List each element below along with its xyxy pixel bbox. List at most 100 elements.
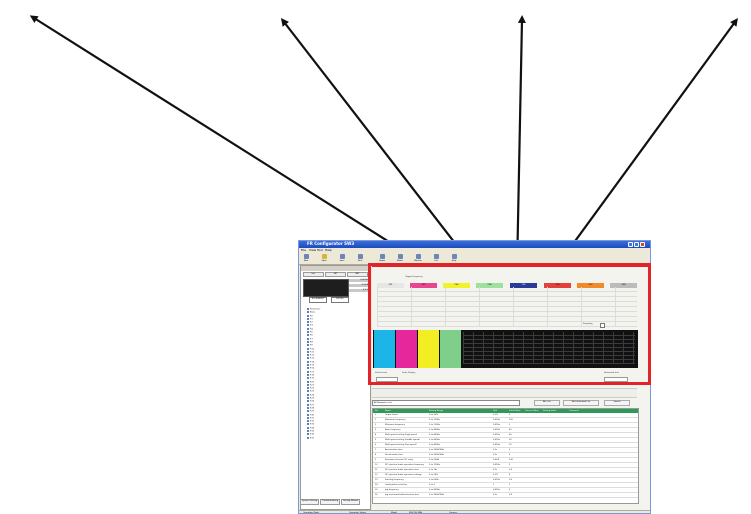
param-filter-dropdown[interactable]: All Parameter List (372, 400, 520, 406)
print-button[interactable]: Print (355, 254, 365, 263)
table-cell: 0.01Hz (493, 489, 501, 491)
parameter-tree: Parameter Basic P.0 P.1 P.2 P.3 P.4 P.5 P.6 P.7 P.… (307, 308, 371, 440)
maximize-button[interactable] (634, 242, 639, 247)
table-cell: 0 to 30% (429, 474, 438, 476)
table-cell: Deceleration time (385, 454, 403, 456)
table-cell: 0.1s (493, 469, 498, 471)
table-cell: 0 (509, 484, 511, 486)
table-cell: Base frequency (385, 429, 401, 431)
menu-help[interactable]: Help (325, 249, 332, 252)
table-cell: Jog frequency (385, 489, 399, 491)
table-cell: 0 to 500A (429, 459, 439, 461)
ext-pu-button[interactable]: EXT/PU (331, 297, 349, 303)
table-cell: 5 (509, 454, 511, 456)
stop-reset-button[interactable]: STOP/RESET (309, 297, 327, 303)
tab-set[interactable]: SET (325, 272, 346, 277)
help-button[interactable]: Help (449, 254, 459, 263)
table-cell: 9 (375, 459, 377, 461)
new-button[interactable]: New (301, 254, 311, 263)
tab-setting-wizard[interactable]: Setting Wizard (341, 499, 360, 505)
table-cell: 0.5 (509, 479, 513, 481)
status-bar: Operation Mode Operation Status Model FR… (299, 510, 650, 513)
table-cell: 60 (509, 429, 512, 431)
tab-system-setting[interactable]: System Setting (300, 499, 320, 505)
left-pane: Ext. SET NET 0.00 Hz 0.00 A 0.0 V STOP/R… (300, 265, 371, 510)
graph-button[interactable]: Graph (377, 254, 387, 263)
tab-ext[interactable]: Ext. (303, 272, 324, 277)
batch-button[interactable]: Batch (395, 254, 405, 263)
mode-tabs: Ext. SET NET (303, 272, 369, 277)
minimize-button[interactable] (628, 242, 633, 247)
table-cell: 0.01Hz (493, 479, 501, 481)
table-cell: 0.01Hz (493, 429, 501, 431)
table-cell: 6 (509, 414, 511, 416)
table-cell: 0.01Hz (493, 464, 501, 466)
voltage-readout: 0.0 V (349, 289, 369, 292)
list-button[interactable]: List (431, 254, 441, 263)
table-cell: Load pattern selection (385, 484, 408, 486)
left-pane-tabs: System Setting Troubleshooting Setting W… (300, 499, 371, 505)
left-pane-header (301, 266, 370, 271)
table-cell: 0 (375, 414, 377, 416)
table-cell: 5 (509, 449, 511, 451)
menu-file[interactable]: File (301, 249, 306, 252)
close-button[interactable] (640, 242, 645, 247)
table-cell: 0.1% (493, 474, 499, 476)
all-list-button[interactable]: ALL List (534, 400, 560, 406)
table-cell: 0 to 400Hz (429, 444, 440, 446)
table-cell: Electronic thermal O/L relay (385, 459, 413, 461)
table-cell: Starting frequency (385, 479, 404, 481)
table-cell: Maximum frequency (385, 419, 406, 421)
param-action-strip (372, 388, 637, 398)
frequency-readout: 0.00 Hz (349, 279, 369, 282)
table-cell: 0.01Hz (493, 439, 501, 441)
menu-tool[interactable]: Tool (317, 249, 323, 252)
table-cell: 8 (375, 454, 377, 456)
parameter-table: No. Name Setting Range Unit Initial Value Cur… (372, 408, 639, 504)
table-cell: 0 to 3600/360s (429, 454, 445, 456)
table-cell: 120 (509, 419, 513, 421)
menu-view[interactable]: View (309, 249, 316, 252)
tab-troubleshooting[interactable]: Troubleshooting (320, 499, 341, 505)
table-cell: 10 (375, 464, 378, 466)
tree-item[interactable]: P.37 (307, 437, 371, 440)
monitor-button[interactable]: Monitor (413, 254, 423, 263)
edit-individual-list-button[interactable]: Edit Individual List (563, 400, 599, 406)
save-button[interactable]: Save (337, 254, 347, 263)
table-cell: 0.5 (509, 469, 513, 471)
tab-net[interactable]: NET (347, 272, 368, 277)
table-cell: 0.01Hz (493, 419, 501, 421)
table-cell: 0.5 (509, 494, 513, 496)
table-cell: 0 to 10s (429, 469, 438, 471)
table-cell: 1 (493, 484, 495, 486)
table-cell: 7 (375, 449, 377, 451)
table-cell: 4 (509, 474, 511, 476)
table-cell: 0 to 3600/360s (429, 449, 445, 451)
table-cell: 0 to 3 (429, 484, 435, 486)
table-cell: 2 (375, 424, 377, 426)
title-bar: FR Configurator SW3 (299, 241, 650, 248)
lcd-display (303, 279, 349, 297)
table-cell: 0 (509, 424, 511, 426)
table-cell: 5 (375, 439, 377, 441)
window-title: FR Configurator SW3 (307, 241, 355, 246)
table-cell: 0 to 400Hz (429, 489, 440, 491)
table-cell: 12 (375, 474, 378, 476)
table-cell: 0 to 400Hz (429, 434, 440, 436)
new-icon (303, 254, 309, 259)
search-button[interactable]: Search (604, 400, 630, 406)
batch-icon (397, 254, 403, 259)
open-button[interactable]: Open (319, 254, 329, 263)
table-cell: 0.01Hz (493, 444, 501, 446)
table-cell: 0.01A (493, 459, 499, 461)
graph-highlight-box (368, 263, 651, 385)
table-cell: 4 (375, 434, 377, 436)
table-cell: 0.1% (493, 414, 499, 416)
table-cell: 0.1s (493, 449, 498, 451)
table-cell: Multi-speed setting (high speed) (385, 434, 418, 436)
table-cell: 0.1s (493, 494, 498, 496)
table-cell: Torque boost (385, 414, 398, 416)
list-icon (433, 254, 439, 259)
table-row[interactable]: 16 Jog acceleration/deceleration time 0 to… (373, 493, 638, 498)
table-cell: Multi-speed setting (middle speed) (385, 439, 420, 441)
